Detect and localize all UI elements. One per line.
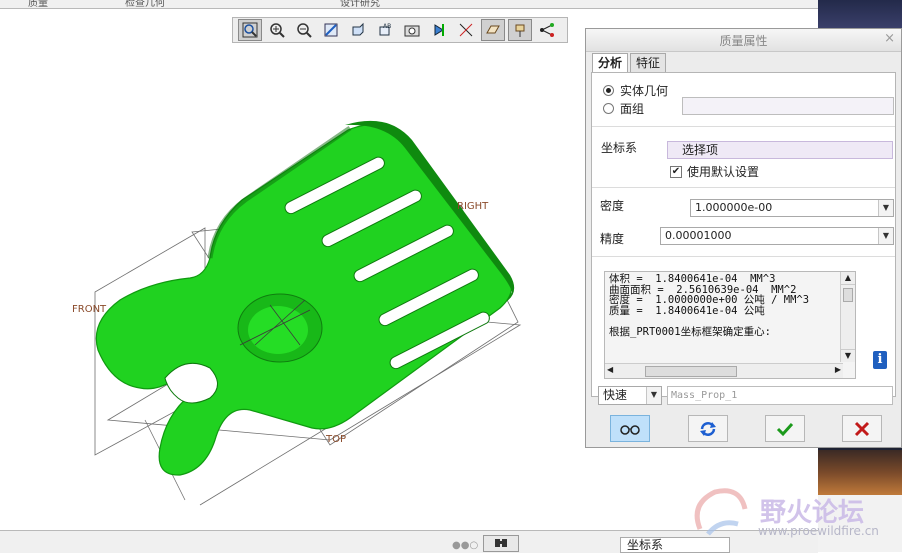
forum-watermark: 野火论坛 www.proewildfire.cn: [690, 484, 879, 545]
scroll-h-thumb[interactable]: [645, 366, 737, 377]
info-icon[interactable]: i: [873, 351, 887, 369]
solid-geometry-option[interactable]: 实体几何: [603, 82, 668, 99]
plane-display-icon: [486, 25, 500, 34]
analysis-name-field[interactable]: Mass_Prop_1: [667, 386, 893, 405]
dialog-close-icon[interactable]: ×: [884, 31, 895, 46]
axis-display-icon: [459, 23, 473, 37]
binoculars-icon: [495, 539, 507, 547]
chevron-down-icon[interactable]: ▼: [878, 228, 893, 244]
desktop-wallpaper-top: [818, 0, 902, 28]
scroll-right-arrow-icon[interactable]: ▶: [835, 365, 841, 374]
separator: [592, 256, 895, 257]
tab-feature[interactable]: 特征: [630, 53, 667, 72]
csys-display-icon: [540, 23, 554, 37]
view-toolbar: AB: [232, 17, 568, 43]
axis-display-button[interactable]: [454, 19, 478, 41]
quilt-option[interactable]: 面组: [603, 100, 644, 117]
csys-label: 坐标系: [601, 141, 638, 155]
repeat-icon: [700, 421, 716, 436]
mode-value: 快速: [603, 388, 628, 402]
results-text: 体积 = 1.8400641e-04 MM^3 曲面面积 = 2.5610639…: [609, 273, 810, 338]
svg-text:AB: AB: [383, 23, 391, 30]
watermark-url: www.proewildfire.cn: [758, 524, 879, 538]
model-viewport[interactable]: RIGHT FRONT TOP: [0, 8, 585, 530]
desktop-wallpaper-middle: [818, 450, 902, 495]
zoom-in-icon: [270, 23, 285, 38]
ok-icon: [776, 422, 794, 436]
repeat-button[interactable]: [688, 415, 728, 442]
datum-label-right: RIGHT: [457, 201, 489, 212]
repaint-icon: [324, 23, 338, 37]
preview-icon: [620, 424, 640, 435]
density-value: 1.000000e-00: [695, 201, 773, 214]
point-display-icon: [515, 24, 525, 37]
saved-views-icon: AB: [379, 23, 391, 36]
separator: [592, 126, 895, 127]
dialog-titlebar[interactable]: 质量属性 ×: [586, 29, 901, 52]
use-default-checkbox[interactable]: ✔: [670, 165, 682, 178]
view-manager-icon: [404, 25, 420, 37]
scroll-left-arrow-icon[interactable]: ◀: [607, 365, 613, 374]
chevron-down-icon[interactable]: ▼: [878, 200, 893, 216]
quilt-collector[interactable]: [682, 97, 894, 115]
scroll-thumb[interactable]: [843, 288, 853, 302]
datum-display-icon: [434, 24, 444, 36]
use-default-label: 使用默认设置: [687, 165, 760, 179]
csys-collector[interactable]: 选择项: [667, 141, 893, 159]
scroll-up-arrow-icon[interactable]: ▲: [841, 272, 855, 285]
accuracy-value: 0.00001000: [665, 229, 732, 242]
accuracy-field[interactable]: 0.00001000 ▼: [660, 227, 894, 245]
separator: [592, 187, 895, 188]
analysis-panel: 实体几何 面组 坐标系 选择项 ✔ 使用默认设置 密度 1.000000e-00…: [591, 72, 896, 397]
zoom-out-icon: [297, 23, 312, 38]
datum-label-front: FRONT: [72, 304, 107, 315]
green-part: [95, 120, 515, 476]
datum-label-top: TOP: [325, 434, 346, 445]
cancel-icon: [854, 421, 870, 436]
scroll-down-arrow-icon[interactable]: ▼: [841, 349, 855, 362]
results-vertical-scrollbar[interactable]: ▲ ▼: [840, 272, 855, 362]
selection-filter-button[interactable]: [483, 535, 519, 552]
repaint-button[interactable]: [319, 19, 343, 41]
zoom-fit-button[interactable]: [238, 19, 262, 41]
zoom-in-button[interactable]: [265, 19, 289, 41]
preview-button[interactable]: [610, 415, 650, 442]
use-default-option[interactable]: ✔ 使用默认设置: [670, 163, 759, 180]
mass-properties-dialog: 质量属性 × 分析 特征 实体几何 面组 坐标系 选择项 ✔ 使用默认设置 密度…: [585, 28, 902, 448]
accuracy-label: 精度: [600, 232, 625, 246]
datum-display-button[interactable]: [427, 19, 451, 41]
results-horizontal-scrollbar[interactable]: ◀ ▶: [605, 363, 843, 378]
saved-views-button[interactable]: AB: [373, 19, 397, 41]
density-label: 密度: [600, 199, 625, 213]
solid-geometry-label: 实体几何: [620, 84, 669, 98]
status-indicator-icon: ●●○: [452, 540, 479, 551]
view-manager-button[interactable]: [400, 19, 424, 41]
mode-select[interactable]: 快速 ▼: [598, 386, 662, 405]
solid-geometry-radio[interactable]: [603, 85, 614, 96]
cancel-button[interactable]: [842, 415, 882, 442]
tab-analysis[interactable]: 分析: [592, 53, 629, 73]
point-display-button[interactable]: [508, 19, 532, 41]
density-field[interactable]: 1.000000e-00 ▼: [690, 199, 894, 217]
zoom-out-button[interactable]: [292, 19, 316, 41]
quilt-radio[interactable]: [603, 103, 614, 114]
csys-display-button[interactable]: [535, 19, 559, 41]
dialog-tabs: 分析 特征: [592, 53, 668, 73]
watermark-logo: [694, 488, 748, 536]
chevron-down-icon[interactable]: ▼: [646, 387, 661, 404]
quilt-label: 面组: [620, 102, 645, 116]
dialog-title: 质量属性: [719, 34, 768, 48]
zoom-fit-icon: [242, 22, 258, 38]
ok-button[interactable]: [765, 415, 805, 442]
display-style-icon: [352, 22, 364, 36]
part-model-graphic: RIGHT FRONT TOP: [72, 120, 522, 506]
plane-display-button[interactable]: [481, 19, 505, 41]
display-style-button[interactable]: [346, 19, 370, 41]
results-textbox[interactable]: 体积 = 1.8400641e-04 MM^3 曲面面积 = 2.5610639…: [604, 271, 856, 379]
